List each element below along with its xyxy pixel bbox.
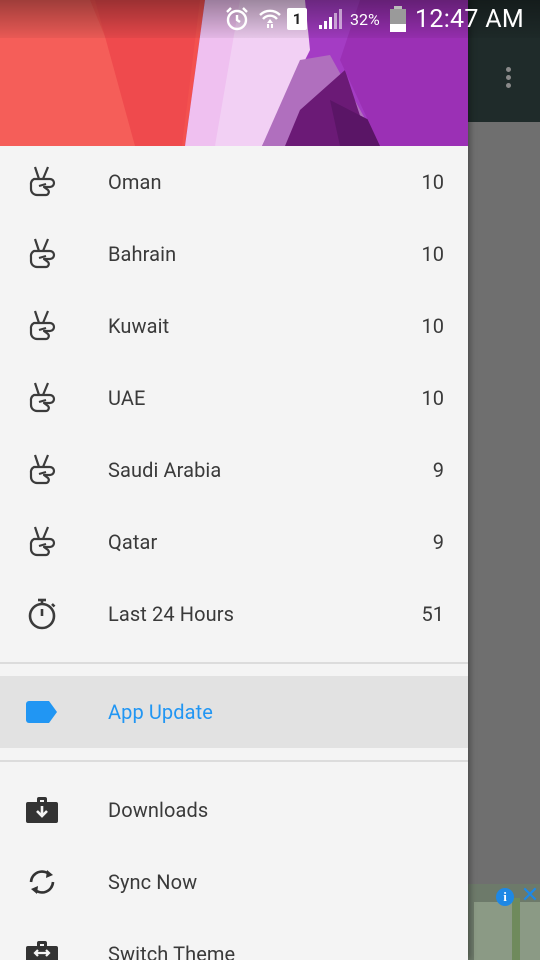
drawer-item-label: Qatar — [108, 530, 158, 554]
briefcase-download-icon — [24, 790, 60, 830]
cell-signal-icon — [316, 0, 342, 38]
drawer-item-label: Last 24 Hours — [108, 602, 235, 626]
status-time: 12:47 AM — [415, 4, 524, 34]
overflow-menu-icon[interactable] — [496, 64, 520, 96]
status-bar: 1 32% 12:47 AM — [0, 0, 540, 38]
victory-hand-icon — [24, 162, 60, 202]
drawer-item-label: App Update — [108, 700, 213, 724]
ad-close-icon[interactable]: ✕ — [520, 884, 540, 908]
drawer-item-uae[interactable]: UAE 10 — [0, 362, 468, 434]
victory-hand-icon — [24, 522, 60, 562]
battery-percent: 32% — [350, 9, 380, 29]
label-tag-icon — [24, 692, 60, 732]
ad-info-icon[interactable]: i — [496, 888, 514, 906]
drawer-item-label: UAE — [108, 386, 146, 410]
briefcase-swap-icon — [24, 934, 60, 960]
drawer-item-kuwait[interactable]: Kuwait 10 — [0, 290, 468, 362]
battery-icon — [389, 0, 407, 38]
drawer-item-oman[interactable]: Oman 10 — [0, 146, 468, 218]
drawer-item-qatar[interactable]: Qatar 9 — [0, 506, 468, 578]
sync-icon — [24, 862, 60, 902]
drawer-item-last-24-hours[interactable]: Last 24 Hours 51 — [0, 578, 468, 650]
stopwatch-icon — [24, 594, 60, 634]
drawer-divider — [0, 662, 468, 664]
drawer-item-count: 10 — [421, 386, 444, 410]
drawer-item-saudi-arabia[interactable]: Saudi Arabia 9 — [0, 434, 468, 506]
drawer-item-count: 10 — [421, 170, 444, 194]
sim-slot-indicator: 1 — [287, 8, 307, 30]
drawer-item-sync-now[interactable]: Sync Now — [0, 846, 468, 918]
drawer-item-label: Downloads — [108, 798, 209, 822]
drawer-item-bahrain[interactable]: Bahrain 10 — [0, 218, 468, 290]
drawer-divider — [0, 760, 468, 762]
navigation-drawer: Oman 10 Bahrain 10 Kuwait 10 UAE 10 Saud… — [0, 0, 468, 960]
drawer-item-label: Sync Now — [108, 870, 198, 894]
drawer-item-label: Kuwait — [108, 314, 170, 338]
drawer-item-downloads[interactable]: Downloads — [0, 774, 468, 846]
wifi-icon — [258, 0, 282, 38]
drawer-item-label: Oman — [108, 170, 162, 194]
drawer-item-label: Saudi Arabia — [108, 458, 222, 482]
drawer-item-count: 9 — [432, 530, 444, 554]
victory-hand-icon — [24, 306, 60, 346]
victory-hand-icon — [24, 378, 60, 418]
drawer-item-count: 51 — [421, 602, 444, 626]
ad-image-stripe — [512, 898, 520, 960]
drawer-item-label: Switch Theme — [108, 942, 236, 960]
drawer-item-count: 10 — [421, 314, 444, 338]
drawer-item-label: Bahrain — [108, 242, 177, 266]
alarm-clock-icon — [224, 0, 250, 38]
drawer-item-count: 9 — [432, 458, 444, 482]
victory-hand-icon — [24, 450, 60, 490]
drawer-item-count: 10 — [421, 242, 444, 266]
drawer-item-app-update[interactable]: App Update — [0, 676, 468, 748]
victory-hand-icon — [24, 234, 60, 274]
drawer-item-switch-theme[interactable]: Switch Theme — [0, 918, 468, 960]
ad-image — [474, 902, 540, 960]
